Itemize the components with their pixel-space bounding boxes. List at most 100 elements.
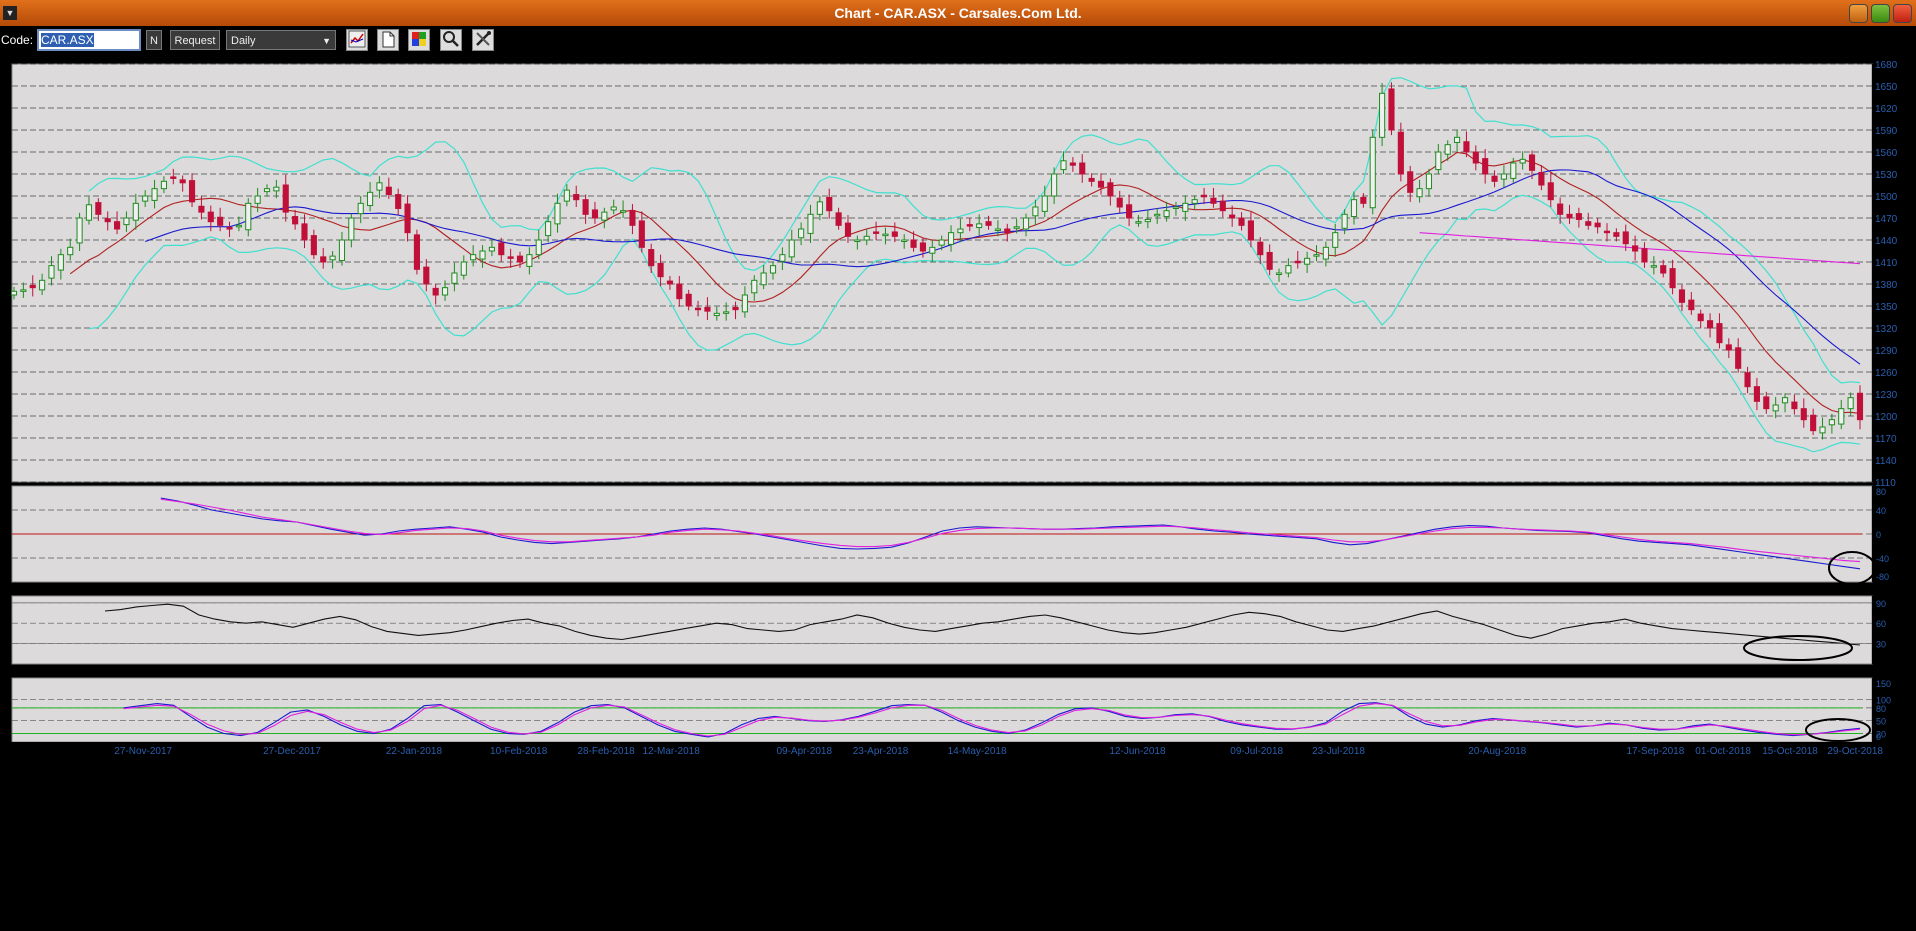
candle-bullish	[85, 204, 93, 221]
candle-bearish	[1360, 196, 1367, 204]
code-input-value: CAR.ASX	[41, 33, 94, 47]
candle-bearish	[1004, 228, 1011, 234]
candle-bearish	[985, 221, 992, 226]
candle-bearish	[648, 249, 655, 267]
candle-bearish	[1725, 344, 1732, 351]
oscillator-tick-label: 40	[1876, 506, 1886, 516]
candle-bullish	[132, 202, 139, 221]
candle-bearish	[1557, 203, 1564, 215]
oscillator-tick-label: 90	[1876, 599, 1886, 609]
candle-bearish	[1603, 230, 1611, 234]
settings-tools-icon[interactable]	[472, 29, 494, 51]
candle-bearish	[1219, 200, 1226, 212]
n-button[interactable]: N	[146, 30, 162, 50]
candle-bearish	[1097, 180, 1105, 188]
candle-bullish	[545, 221, 552, 237]
zoom-icon[interactable]	[440, 29, 462, 51]
candle-bearish	[301, 223, 308, 241]
price-tick-label: 1500	[1875, 192, 1898, 203]
candle-bearish	[1472, 151, 1479, 164]
candle-bullish	[769, 265, 777, 274]
candle-bearish	[1697, 313, 1704, 322]
candle-bullish	[723, 311, 730, 314]
candle-bullish	[816, 201, 823, 215]
candle-bullish	[741, 294, 748, 313]
candle-bullish	[1135, 221, 1142, 224]
candle-bullish	[376, 182, 383, 191]
period-select[interactable]: Daily ▼	[226, 30, 336, 50]
candle-bullish	[610, 206, 617, 211]
system-menu-icon[interactable]: ▼	[3, 6, 17, 20]
candle-bullish	[263, 188, 271, 193]
x-axis-date-label: 27-Dec-2017	[263, 746, 321, 757]
candle-bearish	[573, 194, 580, 201]
candle-bullish	[938, 239, 945, 246]
candle-bearish	[1088, 177, 1095, 182]
candle-bearish	[1613, 232, 1620, 237]
code-input[interactable]: CAR.ASX	[37, 29, 141, 51]
chart-canvas[interactable]: 1110114011701200123012601290132013501380…	[0, 54, 1916, 926]
candle-bullish	[1051, 173, 1058, 197]
panel-splitter	[0, 482, 1916, 486]
candle-bullish	[1500, 173, 1507, 180]
candle-bearish	[844, 222, 852, 237]
candle-bearish	[1856, 392, 1864, 421]
color-palette-icon[interactable]	[408, 29, 430, 51]
candle-bearish	[1566, 213, 1573, 219]
x-axis-date-label: 20-Aug-2018	[1468, 746, 1526, 757]
candle-bearish	[1763, 396, 1770, 410]
x-axis-date-label: 14-May-2018	[948, 746, 1007, 757]
candle-bearish	[1800, 408, 1807, 421]
candle-bullish	[245, 202, 252, 231]
candle-bearish	[1716, 323, 1723, 344]
candle-bullish	[123, 217, 130, 226]
candle-bearish	[694, 307, 702, 311]
candle-bullish	[1772, 404, 1779, 412]
minimize-button[interactable]	[1849, 4, 1868, 23]
candle-bullish	[1304, 257, 1311, 265]
candle-bearish	[1753, 386, 1760, 402]
candle-bearish	[891, 231, 898, 237]
candle-bullish	[160, 180, 167, 190]
window-titlebar: ▼ Chart - CAR.ASX - Carsales.Com Ltd.	[0, 0, 1916, 26]
candle-bullish	[788, 239, 795, 258]
chart-type-icon[interactable]	[346, 29, 368, 51]
close-button[interactable]	[1893, 4, 1912, 23]
candle-bearish	[1107, 182, 1114, 197]
candle-bearish	[1116, 197, 1123, 208]
candle-bearish	[1744, 372, 1751, 388]
candle-bearish	[1069, 162, 1076, 166]
candle-bullish	[882, 233, 889, 237]
period-select-value: Daily	[231, 35, 256, 47]
maximize-button[interactable]	[1871, 4, 1890, 23]
price-tick-label: 1620	[1875, 104, 1898, 115]
candle-bullish	[863, 235, 870, 241]
x-axis-date-label: 09-Jul-2018	[1230, 746, 1283, 757]
candle-bullish	[348, 217, 355, 241]
panel-background-1	[11, 63, 1873, 483]
candle-bearish	[498, 242, 505, 256]
candle-bullish	[1838, 408, 1845, 425]
candle-bearish	[1294, 260, 1301, 264]
candle-bullish	[901, 239, 908, 242]
candle-bearish	[1810, 414, 1817, 432]
candle-bearish	[732, 306, 739, 311]
candle-bullish	[39, 279, 46, 291]
candle-bullish	[526, 254, 533, 267]
price-tick-label: 1170	[1875, 434, 1897, 445]
candle-bearish	[1126, 204, 1133, 219]
price-tick-label: 1680	[1875, 60, 1898, 71]
candle-bearish	[207, 211, 214, 223]
candle-bearish	[1247, 220, 1254, 241]
candle-bullish	[451, 272, 458, 284]
candle-bearish	[966, 224, 973, 227]
candle-bullish	[1819, 426, 1826, 434]
candle-bullish	[1519, 158, 1526, 164]
page-icon[interactable]	[377, 29, 399, 51]
request-button[interactable]: Request	[170, 30, 220, 50]
x-axis-date-label: 10-Feb-2018	[490, 746, 548, 757]
candle-bearish	[1594, 222, 1601, 228]
candle-bullish	[1781, 397, 1789, 404]
candle-bearish	[1528, 154, 1536, 171]
candle-bullish	[957, 228, 964, 234]
